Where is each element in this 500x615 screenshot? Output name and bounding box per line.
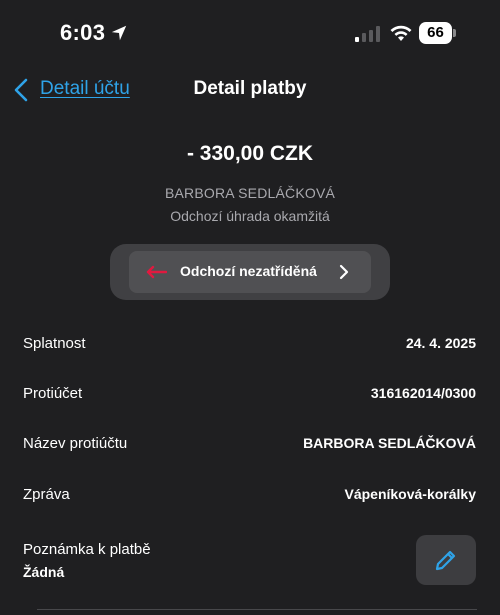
battery-tip <box>453 29 456 37</box>
cellular-signal-icon <box>355 26 380 42</box>
battery-icon: 66 <box>419 22 456 44</box>
detail-row-counter-account: Protiúčet 316162014/0300 <box>0 385 500 415</box>
category-button[interactable]: Odchozí nezatříděná <box>129 251 371 293</box>
page-title: Detail platby <box>193 78 307 99</box>
outgoing-arrow-icon <box>146 265 167 279</box>
category-label: Odchozí nezatříděná <box>180 263 317 279</box>
detail-row-message: Zpráva Vápeníková-korálky <box>0 486 500 516</box>
detail-value: 316162014/0300 <box>370 385 476 401</box>
counterparty-name: BARBORA SEDLÁČKOVÁ <box>164 185 336 201</box>
navigation-bar: Detail účtu Detail platby <box>0 70 500 110</box>
detail-label: Splatnost <box>23 335 86 352</box>
detail-value: BARBORA SEDLÁČKOVÁ <box>303 435 476 451</box>
detail-label: Protiúčet <box>23 385 83 402</box>
battery-level: 66 <box>419 22 452 44</box>
detail-row-due-date: Splatnost 24. 4. 2025 <box>0 335 500 365</box>
detail-label: Zpráva <box>23 486 70 503</box>
note-label: Poznámka k platbě <box>23 541 151 558</box>
divider <box>37 609 477 610</box>
payment-amount: - 330,00 CZK <box>186 142 314 165</box>
status-time: 6:03 <box>60 20 106 45</box>
detail-value: Vápeníková-korálky <box>344 486 476 502</box>
detail-value: 24. 4. 2025 <box>405 335 476 351</box>
pencil-icon <box>435 550 456 571</box>
location-arrow-icon <box>111 25 127 41</box>
wifi-icon <box>390 25 412 41</box>
payment-type: Odchozí úhrada okamžitá <box>170 208 330 224</box>
category-container: Odchozí nezatříděná <box>110 244 390 300</box>
note-value: Žádná <box>23 564 65 580</box>
detail-row-counter-account-name: Název protiúčtu BARBORA SEDLÁČKOVÁ <box>0 435 500 465</box>
detail-label: Název protiúčtu <box>23 435 128 452</box>
chevron-right-icon <box>339 264 349 280</box>
status-bar: 6:03 66 <box>0 0 500 66</box>
edit-note-button[interactable] <box>416 535 476 585</box>
